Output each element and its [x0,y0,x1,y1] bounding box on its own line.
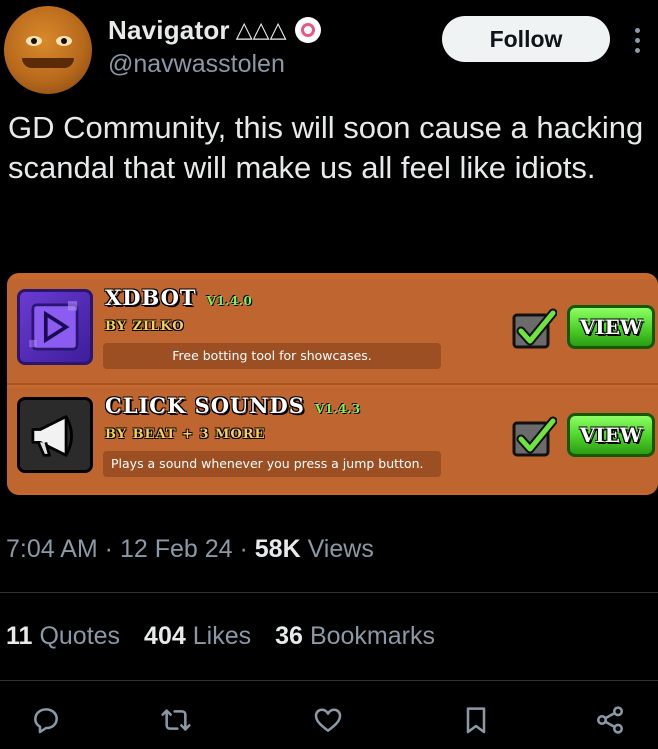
more-options-icon[interactable] [628,24,648,56]
avatar[interactable] [4,6,92,94]
views-label: Views [300,535,374,563]
enabled-checkbox-icon[interactable] [511,415,557,459]
tweet-text: GD Community, this will soon cause a hac… [8,110,644,185]
bookmarks-stat[interactable]: 36 Bookmarks [275,622,435,651]
avatar-mouth [22,58,74,68]
mod-view-button[interactable]: VIEW [567,305,655,349]
mod-list-item: CLICK SOUNDS V1.4.3 BY BEAT + 3 MORE Play… [7,387,658,493]
meta-separator: · [97,535,120,563]
mod-title-text: CLICK SOUNDS [105,393,305,418]
follow-button[interactable]: Follow [442,16,610,62]
tweet-time[interactable]: 7:04 AM [6,535,98,563]
divider [0,592,658,593]
megaphone-icon [17,397,93,473]
divider [0,680,658,681]
retweet-icon[interactable] [160,704,192,736]
mod-title-text: XDBOT [105,285,197,310]
quotes-count: 11 [6,622,33,650]
reply-icon[interactable] [30,704,62,736]
tweet-header: Navigator △△△ @navwasstolen Follow [0,0,658,100]
avatar-pupil [31,38,37,44]
like-icon[interactable] [312,704,344,736]
mod-author: BY BEAT + 3 MORE [105,427,266,442]
bookmark-icon[interactable] [460,704,492,736]
tweet-meta: 7:04 AM · 12 Feb 24 · 58K Views [6,535,374,564]
affiliate-badge-icon [294,17,321,43]
views-count: 58K [254,535,301,563]
engagement-stats: 11 Quotes 404 Likes 36 Bookmarks [6,622,459,651]
quotes-stat[interactable]: 11 Quotes [6,622,120,651]
likes-stat[interactable]: 404 Likes [144,622,251,651]
mod-title: XDBOT V1.4.0 [105,285,252,310]
mod-title: CLICK SOUNDS V1.4.3 [105,393,361,418]
mod-list-item: XDBOT V1.4.0 BY ZILKO Free botting tool f… [7,279,658,385]
enabled-checkbox-icon[interactable] [511,307,557,351]
mod-description: Plays a sound whenever you press a jump … [103,451,441,477]
action-bar [0,700,658,740]
quotes-label: Quotes [39,622,121,650]
avatar-eye [56,36,72,46]
author-name-badges: △△△ [235,17,287,42]
author-handle[interactable]: @navwasstolen [108,50,285,79]
author-display-name[interactable]: Navigator [108,15,230,46]
mod-version: V1.4.0 [206,294,253,308]
mod-version: V1.4.3 [314,402,361,416]
likes-label: Likes [192,622,252,650]
author-name-row[interactable]: Navigator △△△ [108,14,321,46]
mod-description: Free botting tool for showcases. [103,343,441,369]
xdbot-logo-icon [17,289,93,365]
attached-image-mod-list[interactable]: XDBOT V1.4.0 BY ZILKO Free botting tool f… [7,273,658,495]
avatar-pupil [61,38,67,44]
mod-divider [7,383,658,385]
likes-count: 404 [144,622,186,650]
bookmarks-count: 36 [275,622,303,650]
more-dot [635,28,640,33]
meta-separator: · [232,535,255,563]
tweet-date[interactable]: 12 Feb 24 [120,535,233,563]
bookmarks-label: Bookmarks [309,622,435,650]
more-dot [635,38,640,43]
mod-author: BY ZILKO [105,319,185,334]
share-icon[interactable] [594,704,626,736]
mod-view-button[interactable]: VIEW [567,413,655,457]
avatar-eye [26,36,42,46]
more-dot [635,48,640,53]
